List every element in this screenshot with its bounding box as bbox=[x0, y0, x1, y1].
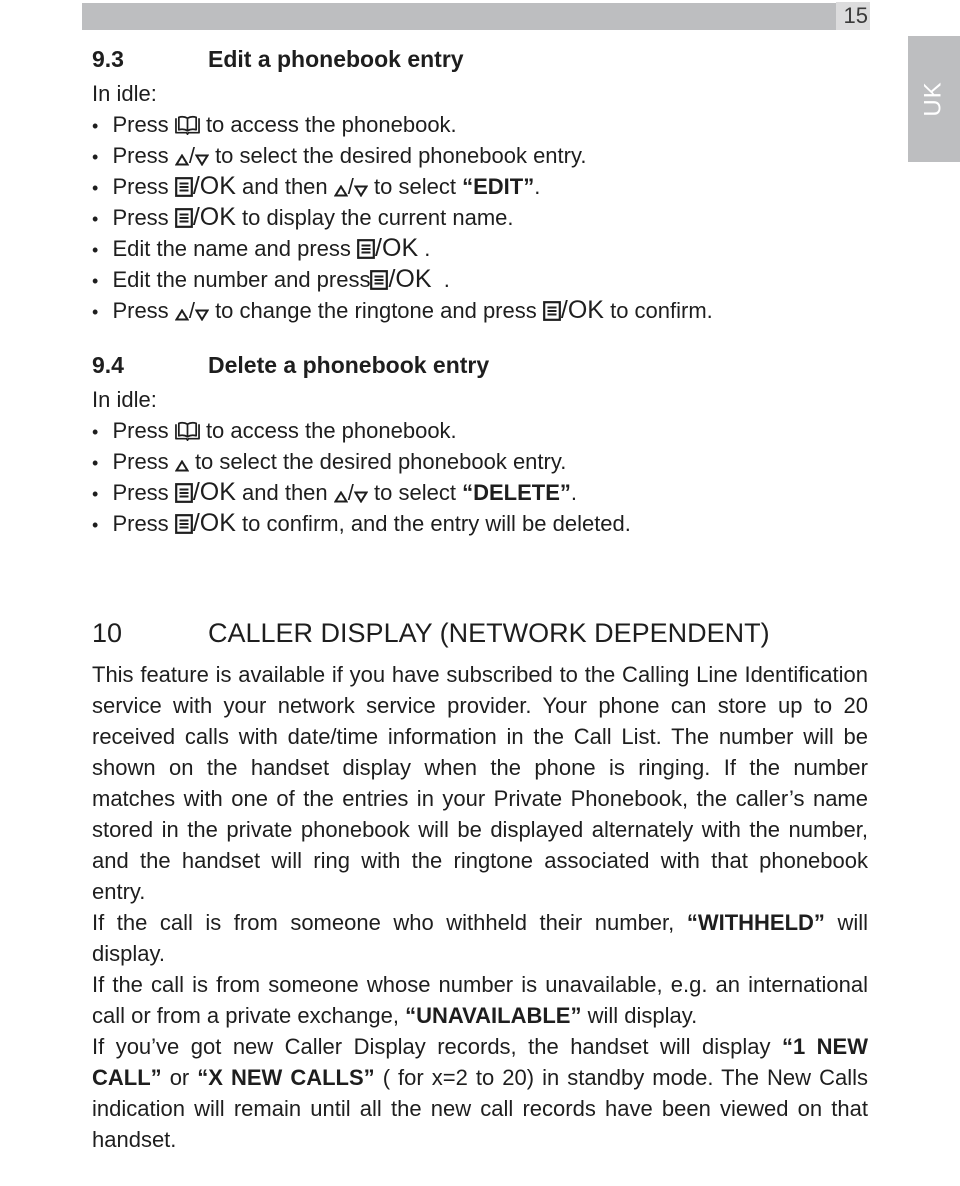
punctuation: . bbox=[570, 480, 578, 505]
up-triangle-icon bbox=[334, 491, 348, 503]
step-text: to confirm. bbox=[610, 298, 713, 323]
down-triangle-icon bbox=[195, 154, 209, 166]
list-item: Press / to select the desired phonebook … bbox=[92, 140, 868, 171]
intro-text: In idle: bbox=[92, 81, 157, 106]
step-text: to select the desired phonebook entry. bbox=[215, 143, 587, 168]
list-item: Press to select the desired phonebook en… bbox=[92, 446, 868, 477]
ok-label: /OK bbox=[560, 296, 604, 324]
step-text: Edit the name and press bbox=[112, 236, 351, 261]
step-text: Press bbox=[112, 449, 169, 474]
down-triangle-icon bbox=[195, 309, 209, 321]
quote-mark: ” bbox=[523, 174, 535, 199]
step-text: and then bbox=[242, 480, 328, 505]
paragraph-intro: This feature is available if you have su… bbox=[92, 662, 868, 904]
list-item: Press /OK and then / to select “EDIT”. bbox=[92, 171, 868, 202]
list-item: Press to access the phonebook. bbox=[92, 415, 868, 446]
menu-ok-icon bbox=[175, 177, 193, 197]
section-title: Delete a phonebook entry bbox=[208, 352, 490, 378]
ok-label: /OK bbox=[192, 172, 236, 200]
paragraph-text: or bbox=[169, 1065, 190, 1090]
step-text: to confirm, and the entry will be delete… bbox=[242, 511, 631, 536]
list-item: Press /OK to confirm, and the entry will… bbox=[92, 508, 868, 539]
keyword-x-new-calls: “X NEW CALLS” bbox=[197, 1065, 375, 1090]
list-item: Press / to change the ringtone and press… bbox=[92, 295, 868, 326]
section-heading-9-4: 9.4 Delete a phonebook entry bbox=[92, 346, 868, 384]
list-item: Edit the name and press /OK . bbox=[92, 233, 868, 264]
step-text: Press bbox=[112, 174, 169, 199]
menu-ok-icon bbox=[357, 239, 375, 259]
header-bar bbox=[82, 3, 866, 30]
step-text: Press bbox=[112, 418, 169, 443]
language-tab: UK bbox=[908, 36, 960, 162]
up-triangle-icon bbox=[175, 309, 189, 321]
list-item: Press to access the phonebook. bbox=[92, 109, 868, 140]
step-text: Press bbox=[112, 143, 169, 168]
punctuation: . bbox=[534, 174, 541, 199]
down-triangle-icon bbox=[354, 491, 368, 503]
step-text: to select bbox=[374, 174, 456, 199]
up-triangle-icon bbox=[334, 185, 348, 197]
page-content: 9.3 Edit a phonebook entry In idle: Pres… bbox=[92, 40, 868, 1155]
paragraph-withheld: If the call is from someone who withheld… bbox=[92, 907, 868, 969]
ok-label: /OK bbox=[192, 203, 236, 231]
menu-ok-icon bbox=[175, 208, 193, 228]
menu-ok-icon bbox=[175, 514, 193, 534]
quote-mark: “ bbox=[462, 174, 474, 199]
ok-label: /OK bbox=[192, 509, 236, 537]
paragraph-text: ( for x=2 to 20) in standby mode. bbox=[382, 1065, 714, 1090]
ok-label: /OK bbox=[375, 234, 419, 262]
menu-ok-icon bbox=[370, 270, 388, 290]
quote-mark: “ bbox=[462, 480, 474, 505]
section-number: 9.4 bbox=[92, 352, 124, 378]
step-text: to select bbox=[374, 480, 456, 505]
step-text: Press bbox=[112, 298, 169, 323]
up-triangle-icon bbox=[175, 460, 189, 472]
list-item: Press /OK to display the current name. bbox=[92, 202, 868, 233]
page-number: 15 bbox=[836, 2, 870, 30]
menu-ok-icon bbox=[175, 483, 193, 503]
step-text: to access the phonebook. bbox=[205, 418, 457, 443]
open-book-icon bbox=[175, 115, 200, 135]
step-text: to change the ringtone and press bbox=[215, 298, 537, 323]
chapter-heading-10: 10 CALLER DISPLAY (NETWORK DEPENDENT) bbox=[92, 611, 868, 655]
step-text: Edit the number and press bbox=[112, 267, 371, 292]
step-text: and then bbox=[242, 174, 328, 199]
keyword-delete: DELETE bbox=[473, 480, 560, 505]
step-text: Press bbox=[112, 511, 169, 536]
down-triangle-icon bbox=[354, 185, 368, 197]
step-text: Press bbox=[112, 205, 169, 230]
step-text: to access the phonebook. bbox=[205, 112, 457, 137]
step-text: to select the desired phonebook entry. bbox=[194, 449, 567, 474]
up-triangle-icon bbox=[175, 154, 189, 166]
language-tab-label: UK bbox=[920, 81, 947, 117]
paragraph-text: If the call is from someone who withheld… bbox=[92, 910, 675, 935]
section-number: 9.3 bbox=[92, 46, 124, 72]
quote-mark: ” bbox=[559, 480, 571, 505]
list-item: Edit the number and press/OK . bbox=[92, 264, 868, 295]
keyword-unavailable: “UNAVAILABLE” bbox=[405, 1003, 582, 1028]
step-text: to display the current name. bbox=[242, 205, 514, 230]
ok-label: /OK bbox=[192, 478, 236, 506]
punctuation: . bbox=[443, 267, 450, 292]
punctuation: . bbox=[424, 236, 431, 261]
paragraph-text: If you’ve got new Caller Display records… bbox=[92, 1034, 771, 1059]
chapter-title: CALLER DISPLAY (NETWORK DEPENDENT) bbox=[208, 618, 770, 648]
step-text: Press bbox=[112, 480, 169, 505]
list-item: Press /OK and then / to select “DELETE”. bbox=[92, 477, 868, 508]
keyword-withheld: “WITHHELD” bbox=[686, 910, 825, 935]
intro-text: In idle: bbox=[92, 387, 157, 412]
open-book-icon bbox=[175, 421, 200, 441]
ok-label: /OK bbox=[388, 265, 432, 293]
paragraph-unavailable: If the call is from someone whose number… bbox=[92, 969, 868, 1031]
section-title: Edit a phonebook entry bbox=[208, 46, 464, 72]
section-heading-9-3: 9.3 Edit a phonebook entry bbox=[92, 40, 868, 78]
paragraph-new-calls: If you’ve got new Caller Display records… bbox=[92, 1031, 868, 1155]
step-text: Press bbox=[112, 112, 169, 137]
chapter-number: 10 bbox=[92, 618, 123, 648]
keyword-edit: EDIT bbox=[473, 174, 524, 199]
paragraph-text: will display. bbox=[587, 1003, 698, 1028]
menu-ok-icon bbox=[543, 301, 561, 321]
